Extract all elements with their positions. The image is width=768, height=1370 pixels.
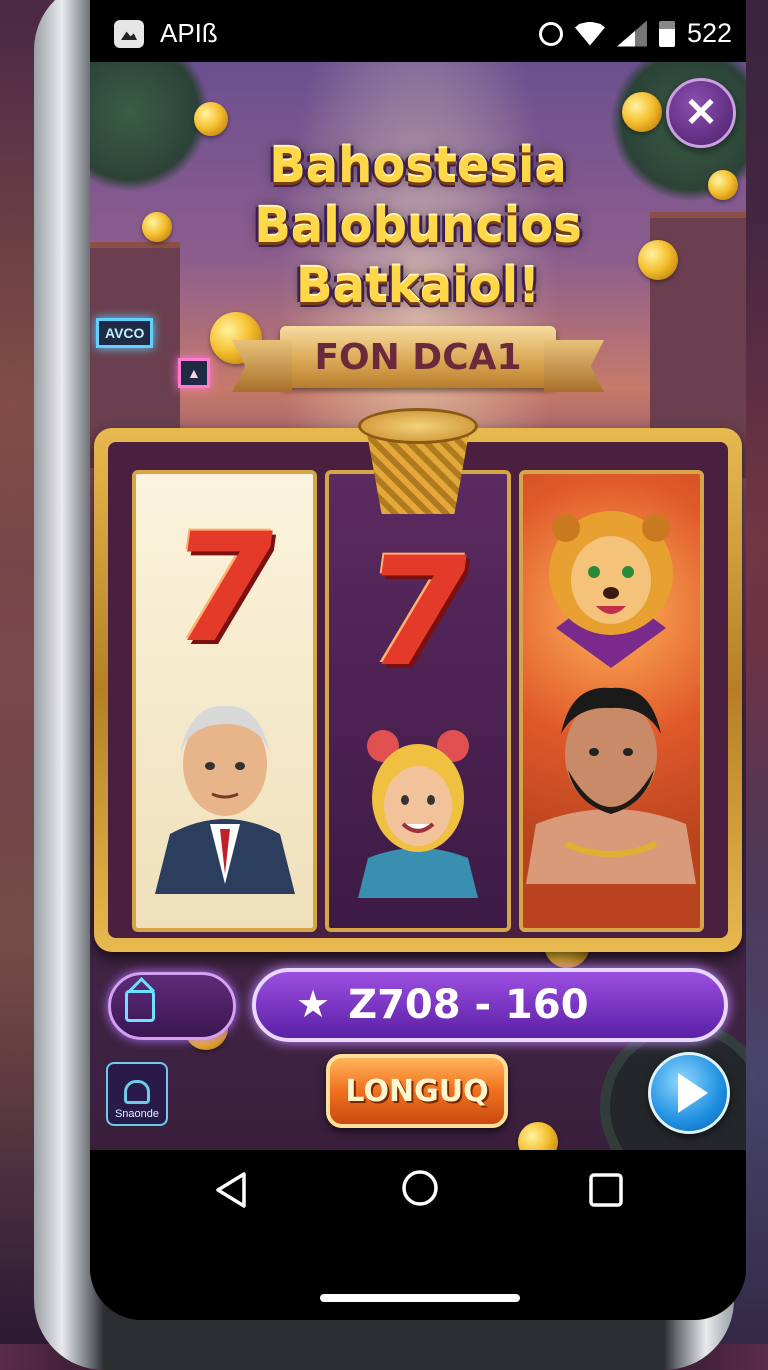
neon-sign: AVCO [96,318,154,348]
star-icon: ★ [296,984,331,1026]
play-button[interactable] [648,1052,730,1134]
status-icons: 522 [538,18,732,49]
ribbon-label: FON DCA1 [314,336,522,378]
signal-icon [616,20,647,47]
reel-2: 7 [325,470,511,932]
spin-label: LONGUQ [345,1073,489,1109]
girl-portrait [357,730,478,898]
wifi-icon [574,21,605,46]
recents-button[interactable] [588,1172,624,1208]
coin-decoration [194,102,228,136]
battery-icon [658,20,675,47]
play-icon [678,1073,708,1113]
sound-label: Snaonde [114,1108,160,1120]
image-icon [114,20,144,48]
home-pill-button[interactable] [108,972,236,1040]
alarm-icon [538,21,563,46]
gesture-bar[interactable] [320,1294,520,1302]
navigation-bar [90,1150,746,1320]
sound-button[interactable]: Snaonde [106,1062,168,1126]
phone-frame: APIß 522 AVCO ▲ ✕ Bahostesia Balobuncios… [34,0,746,1370]
spin-button[interactable]: LONGUQ [326,1054,508,1128]
recents-icon [589,1173,623,1207]
score-value: Z708 - 160 [348,982,589,1028]
score-bar: ★ Z708 - 160 [252,968,728,1042]
reel-1: 7 [132,470,318,932]
seven-symbol: 7 [160,502,290,676]
neon-sign-pink: ▲ [178,358,210,388]
slot-game-view: AVCO ▲ ✕ Bahostesia Balobuncios Batkaiol… [90,62,746,1150]
close-icon: ✕ [684,91,718,135]
home-button[interactable] [400,1168,440,1208]
promo-headline: Bahostesia Balobuncios Batkaiol! [90,136,746,316]
status-bar: APIß 522 [90,0,746,62]
headline-line-2: Balobuncios [254,198,582,254]
battery-level: 522 [686,18,732,48]
coin-decoration [518,1122,558,1150]
ribbon-banner: FON DCA1 [280,326,556,388]
headline-line-1: Bahostesia [269,138,567,194]
bearded-man-portrait [526,687,697,884]
status-app-name: APIß [160,18,218,48]
phone-screen: APIß 522 AVCO ▲ ✕ Bahostesia Balobuncios… [90,0,746,1320]
reel-3 [518,470,704,932]
lion-head [549,511,674,668]
back-icon [216,1172,246,1208]
coin-decoration [622,92,662,132]
sound-icon [124,1080,150,1104]
home-circle-icon [402,1170,438,1206]
home-icon [125,990,155,1022]
basket-decoration [358,408,478,518]
headline-line-3: Batkaiol! [295,258,540,314]
seven-symbol: 7 [353,526,483,700]
old-man-portrait [154,705,295,894]
